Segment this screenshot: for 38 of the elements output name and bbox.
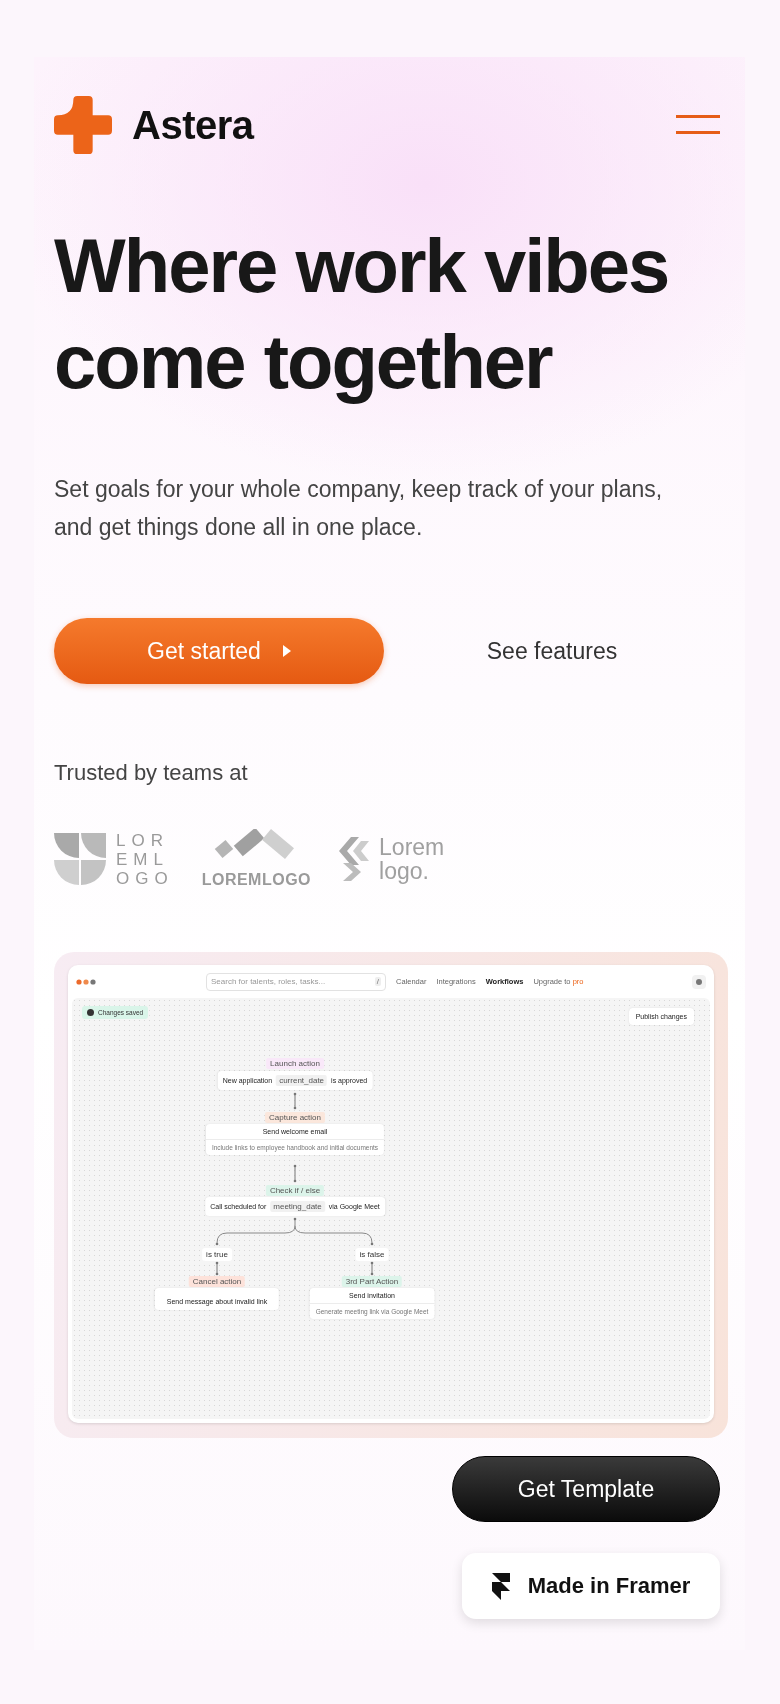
connector-arrow xyxy=(215,1261,219,1276)
logo-wordmark: EML xyxy=(116,849,170,869)
logo-wordmark: logo. xyxy=(379,859,430,883)
menu-icon[interactable] xyxy=(676,115,720,135)
variable-chip: current_date xyxy=(276,1075,328,1086)
variable-chip: meeting_date xyxy=(270,1201,325,1212)
logo-wordmark: LOREMLOGO xyxy=(201,871,312,889)
condition-label: is true xyxy=(202,1248,232,1261)
action-tag: Cancel action xyxy=(188,1276,246,1287)
logo-wordmark: Lorem xyxy=(379,835,445,859)
framer-logo-icon xyxy=(491,1572,510,1600)
hero-description: Set goals for your whole company, keep track of your plans, and get things done all in one place. xyxy=(54,475,664,542)
connector-arrow xyxy=(370,1261,374,1276)
chevrons-logo-icon xyxy=(339,837,370,881)
trusted-label: Trusted by teams at xyxy=(54,760,249,786)
get-template-button[interactable]: Get Template xyxy=(452,1456,720,1522)
logo-wordmark: LOR xyxy=(116,830,170,850)
check-circle-icon xyxy=(87,1009,94,1016)
quarters-logo-icon xyxy=(54,833,106,885)
plus-logo-icon xyxy=(54,96,112,154)
caret-icon xyxy=(282,645,291,657)
see-features-link[interactable]: See features xyxy=(384,637,720,665)
action-tag: Capture action xyxy=(265,1112,325,1123)
condition-label: is false xyxy=(355,1248,389,1261)
settings-icon[interactable] xyxy=(692,974,706,989)
window-dots-icon xyxy=(76,978,96,985)
made-in-framer-badge[interactable]: Made in Framer xyxy=(462,1553,720,1619)
action-tag: Launch action xyxy=(266,1058,324,1069)
brand-name: Astera xyxy=(132,102,254,148)
hero-headline: Where work vibes come together xyxy=(54,222,670,406)
badge-text: Made in Framer xyxy=(527,1573,691,1599)
action-tag: 3rd Part Action xyxy=(341,1276,403,1287)
shortcut-key: / xyxy=(374,977,381,986)
logo-wordmark: OGO xyxy=(116,868,174,888)
action-tag: Check if / else xyxy=(265,1185,325,1196)
connector-arrow xyxy=(293,1092,297,1110)
search-field[interactable]: Search for talents, roles, tasks... / xyxy=(206,972,386,991)
connector-arrow xyxy=(293,1164,297,1183)
